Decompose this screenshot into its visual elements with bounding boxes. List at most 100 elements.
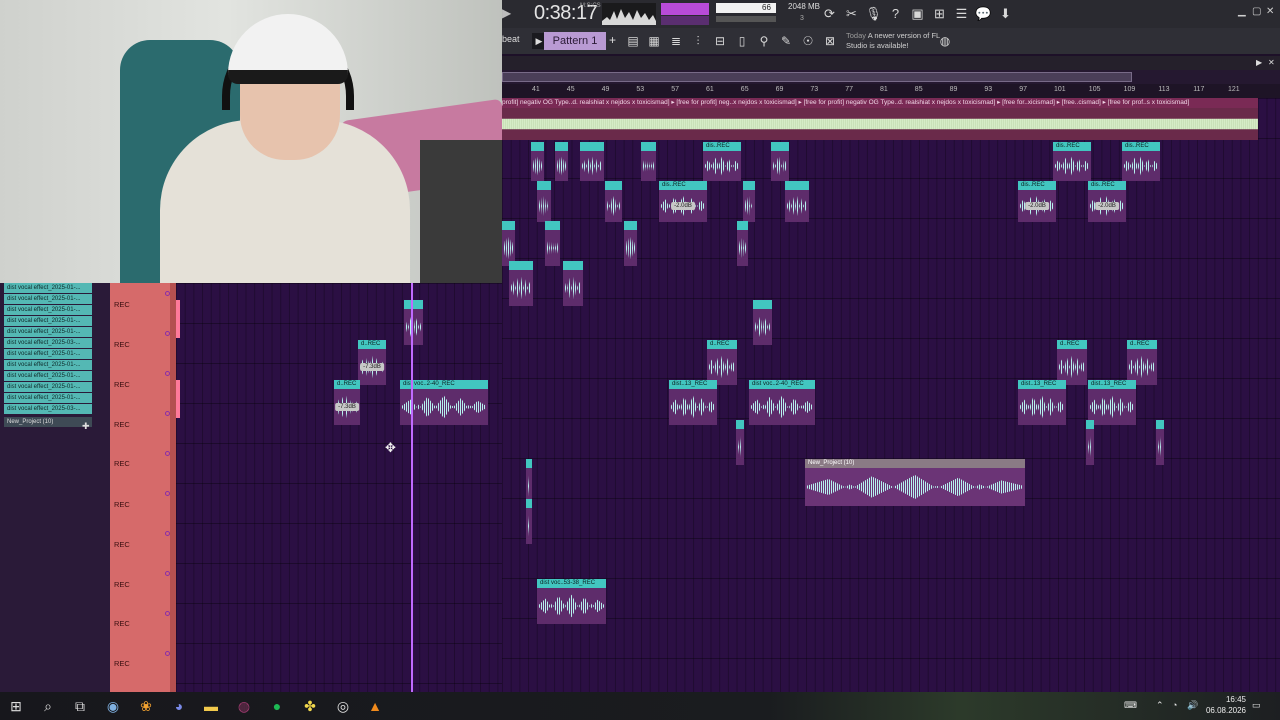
- audio-clip[interactable]: dis..REC: [703, 142, 741, 181]
- audio-clip[interactable]: [545, 221, 560, 266]
- track-select-dot[interactable]: [165, 531, 170, 536]
- windows-start-icon[interactable]: ⊞: [6, 696, 26, 716]
- audio-clip[interactable]: [641, 142, 656, 181]
- minimize-icon[interactable]: ▁: [1238, 6, 1246, 17]
- track-label[interactable]: REC: [114, 580, 130, 589]
- browser-item[interactable]: dist vocal effect_2025-01-...: [4, 393, 92, 403]
- audio-clip[interactable]: d..REC: [707, 340, 737, 385]
- obs-icon[interactable]: ◍: [234, 696, 254, 716]
- track-label[interactable]: REC: [114, 420, 130, 429]
- track-select-dot[interactable]: [165, 571, 170, 576]
- track-select-dot[interactable]: [165, 491, 170, 496]
- add-pattern-icon[interactable]: +: [609, 33, 616, 47]
- audio-clip[interactable]: [1086, 420, 1094, 465]
- browser-item[interactable]: dist vocal effect_2025-01-...: [4, 327, 92, 337]
- scrollbar-thumb[interactable]: [502, 72, 1132, 82]
- vlc-icon[interactable]: ▲: [365, 696, 385, 716]
- audio-clip[interactable]: [563, 261, 583, 306]
- taskbar-clock[interactable]: 16:45 06.08.2026: [1188, 694, 1246, 716]
- track-label[interactable]: REC: [114, 500, 130, 509]
- browser-item[interactable]: dist vocal effect_2025-01-...: [4, 360, 92, 370]
- track-select-dot[interactable]: [165, 651, 170, 656]
- audio-clip[interactable]: dist voc..2-40_REC: [749, 380, 815, 425]
- track-select-dot[interactable]: [165, 331, 170, 336]
- track-select-dot[interactable]: [165, 291, 170, 296]
- browser-item[interactable]: dist vocal effect_2025-03-...: [4, 404, 92, 414]
- audio-clip[interactable]: [737, 221, 748, 266]
- audio-clip[interactable]: [526, 499, 532, 544]
- track-label[interactable]: REC: [114, 380, 130, 389]
- audio-clip[interactable]: [753, 300, 772, 345]
- mixer-icon[interactable]: ⫶: [689, 32, 707, 50]
- tray-expand-icon[interactable]: ⌃: [1156, 700, 1164, 720]
- browser-icon[interactable]: ⊟: [711, 32, 729, 50]
- song-time[interactable]: 0:38:17 M:S:CS: [530, 0, 601, 28]
- timeline-ruler[interactable]: 41 45 49 53 57 61 65 69 73 77 81 85 89 93 97 101 105 109 1…: [502, 84, 1280, 98]
- playlist-arrow-icon[interactable]: ▶: [1256, 58, 1262, 67]
- audio-clip[interactable]: [531, 142, 544, 181]
- fl-studio-icon[interactable]: ❀: [136, 696, 156, 716]
- task-view-icon[interactable]: ⧉: [70, 696, 90, 716]
- download-icon[interactable]: ⬇: [996, 4, 1015, 23]
- playhead[interactable]: [411, 283, 413, 692]
- audio-clip[interactable]: [555, 142, 568, 181]
- playlist-icon[interactable]: ▤: [624, 32, 642, 50]
- browser-item[interactable]: dist vocal effect_2025-01-...: [4, 371, 92, 381]
- master-pitch[interactable]: [716, 16, 776, 22]
- network-icon[interactable]: ◔: [1172, 700, 1177, 720]
- audio-clip[interactable]: [736, 420, 744, 465]
- audio-clip[interactable]: d..REC -7.3dB: [334, 380, 360, 425]
- audio-clip[interactable]: dis..REC: [1053, 142, 1091, 181]
- notification-icon[interactable]: ▭: [1252, 700, 1261, 720]
- track-label[interactable]: REC: [114, 340, 130, 349]
- metronome-icon[interactable]: ⟳: [820, 4, 839, 23]
- mic-icon[interactable]: 🎙: [864, 4, 883, 23]
- audio-clip[interactable]: [624, 221, 637, 266]
- audio-clip[interactable]: [526, 459, 532, 504]
- search-icon[interactable]: ⌕: [38, 696, 58, 716]
- audio-clip[interactable]: dist..13_REC: [1088, 380, 1136, 425]
- audio-clip[interactable]: d..REC: [1127, 340, 1157, 385]
- audio-clip[interactable]: [785, 181, 809, 222]
- browser-item[interactable]: dist vocal effect_2025-01-...: [4, 349, 92, 359]
- audio-clip[interactable]: dist voc..53-38_REC: [537, 579, 606, 624]
- file-icon[interactable]: ▯: [733, 32, 751, 50]
- file-explorer-icon[interactable]: ▬: [201, 696, 221, 716]
- browser-item[interactable]: dist vocal effect_2025-01-...: [4, 294, 92, 304]
- audio-clip[interactable]: dis..REC: [1122, 142, 1160, 181]
- audio-clip[interactable]: [580, 142, 604, 181]
- chrome-icon[interactable]: ◎: [333, 696, 353, 716]
- touch-icon[interactable]: ☉: [799, 32, 817, 50]
- project-clip[interactable]: New_Project (10): [805, 459, 1025, 506]
- audio-clip[interactable]: [1156, 420, 1164, 465]
- audio-clip[interactable]: [509, 261, 533, 306]
- audio-clip[interactable]: [605, 181, 622, 222]
- audio-clip[interactable]: [771, 142, 789, 181]
- maximize-icon[interactable]: ▢: [1252, 6, 1261, 17]
- audio-clip[interactable]: dist..13_REC: [669, 380, 717, 425]
- discord-icon[interactable]: ◕: [169, 696, 189, 716]
- track-label[interactable]: REC: [114, 300, 130, 309]
- track-label[interactable]: REC: [114, 619, 130, 628]
- save-icon[interactable]: ▣: [908, 4, 927, 23]
- close-icon[interactable]: ✕: [1266, 6, 1274, 17]
- globe-icon[interactable]: ◍: [936, 32, 954, 50]
- app-icon[interactable]: ✤: [300, 696, 320, 716]
- help-icon[interactable]: ?: [886, 4, 905, 23]
- steam-icon[interactable]: ◉: [103, 696, 123, 716]
- track-select-dot[interactable]: [165, 371, 170, 376]
- audio-clip[interactable]: d..REC -7.3dB: [358, 340, 386, 385]
- browser-item[interactable]: dist vocal effect_2025-01-...: [4, 382, 92, 392]
- browser-item[interactable]: dist vocal effect_2025-01-...: [4, 283, 92, 293]
- track-label[interactable]: REC: [114, 540, 130, 549]
- audio-clip[interactable]: dist voc..2-40_REC: [400, 380, 488, 425]
- play-icon[interactable]: ▶: [502, 6, 512, 22]
- browser-item[interactable]: dist vocal effect_2025-03-...: [4, 338, 92, 348]
- audio-clip[interactable]: [502, 221, 515, 266]
- playlist-close-icon[interactable]: ✕: [1268, 58, 1275, 67]
- audio-clip[interactable]: [743, 181, 755, 222]
- piano-roll-icon[interactable]: ▦: [645, 32, 663, 50]
- cart-icon[interactable]: ⊠: [821, 32, 839, 50]
- browser-item[interactable]: dist vocal effect_2025-01-...: [4, 305, 92, 315]
- add-icon[interactable]: ✚: [82, 421, 90, 432]
